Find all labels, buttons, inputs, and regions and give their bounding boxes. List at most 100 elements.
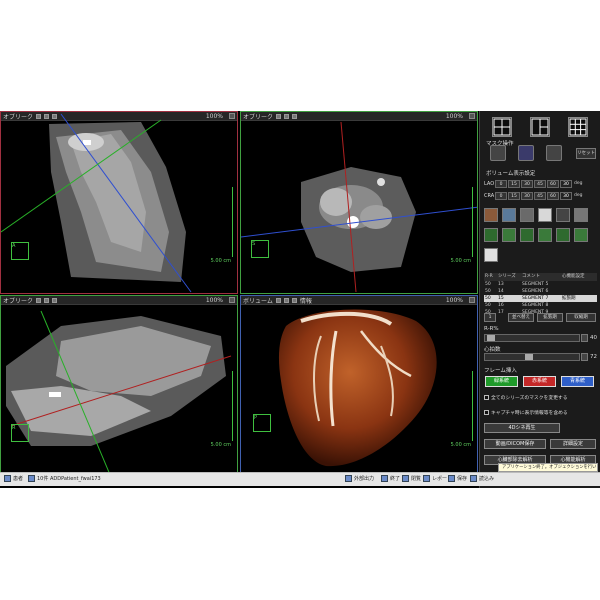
workstation-window: オブリーク 100% A 5.00 cm オブリーク 100% S 5.00 c… bbox=[0, 111, 600, 488]
series-icon bbox=[28, 475, 35, 482]
series-number-button[interactable]: 1 bbox=[484, 313, 496, 322]
blue-preset-button[interactable]: 青系統 bbox=[561, 376, 594, 387]
preset-button[interactable] bbox=[502, 228, 516, 242]
taskbar-browse[interactable]: 閉覧 bbox=[402, 475, 421, 482]
all-series-mask-checkbox[interactable]: 全てのシリーズのマスクを変更する bbox=[484, 394, 568, 401]
preset-button[interactable] bbox=[556, 208, 570, 222]
taskbar: 患者 10件 ADDPatient_fwai173 外部出力 終了 閉覧 レポー… bbox=[0, 472, 600, 486]
angle-button[interactable]: 15 bbox=[508, 191, 520, 200]
preset-button[interactable] bbox=[484, 248, 498, 262]
mask-bone-button[interactable] bbox=[546, 145, 562, 161]
slider-knob[interactable] bbox=[487, 335, 495, 341]
angle-button[interactable]: 60 bbox=[547, 179, 559, 188]
taskbar-patient[interactable]: 患者 bbox=[4, 475, 23, 482]
angle-button[interactable]: 0 bbox=[495, 191, 507, 200]
cine-play-button[interactable]: 4Dシネ再生 bbox=[484, 423, 560, 433]
checkbox-box[interactable] bbox=[484, 410, 489, 415]
angle-button[interactable]: 30 bbox=[521, 179, 533, 188]
preset-button[interactable] bbox=[520, 228, 534, 242]
angle-button[interactable]: 30 bbox=[521, 191, 533, 200]
scale-bar bbox=[458, 371, 473, 441]
angle-button[interactable]: 45 bbox=[534, 179, 546, 188]
viewport-oblique-3[interactable]: オブリーク 100% R 5.00 cm bbox=[0, 295, 238, 476]
grid-1plus2-icon bbox=[531, 118, 549, 136]
taskbar-exit[interactable]: 終了 bbox=[381, 475, 400, 482]
volume-settings-label: ボリューム表示設定 bbox=[486, 171, 536, 177]
angle-input[interactable]: 30 bbox=[560, 191, 572, 200]
series-row[interactable]: 50 14 SEGMENT 6 bbox=[484, 288, 597, 295]
rr-slider[interactable] bbox=[484, 334, 580, 342]
grid-3x3-icon bbox=[569, 118, 587, 136]
notification-balloon: アプリケーション終了。オプジェクションを行いました。 bbox=[498, 463, 598, 472]
scale-label: 5.00 cm bbox=[210, 258, 231, 264]
preset-button[interactable] bbox=[484, 228, 498, 242]
layout-1plus2-button[interactable] bbox=[530, 117, 550, 137]
taskbar-export[interactable]: 外部出力 bbox=[345, 475, 374, 482]
series-header: R-R シリーズ コメント 心機能設定 bbox=[484, 273, 597, 281]
load-icon bbox=[470, 475, 477, 482]
save-video-button[interactable]: 動画/DICOM保存 bbox=[484, 439, 546, 449]
preset-button[interactable] bbox=[520, 208, 534, 222]
layout-2x2-button[interactable] bbox=[492, 117, 512, 137]
export-icon bbox=[345, 475, 352, 482]
mask-vessel-button[interactable] bbox=[518, 145, 534, 161]
cra-row: CRA 0 15 30 45 60 30 deg bbox=[484, 191, 583, 200]
orientation-cube: R bbox=[11, 424, 29, 442]
capture-info-checkbox[interactable]: キャプチャ時に表示情報等を含める bbox=[484, 409, 568, 416]
slider-knob[interactable] bbox=[525, 354, 533, 360]
green-preset-button[interactable]: 緑系統 bbox=[485, 376, 518, 387]
angle-button[interactable]: 60 bbox=[547, 191, 559, 200]
heart-rate-down-button[interactable] bbox=[581, 353, 588, 361]
layout-3x3-button[interactable] bbox=[568, 117, 588, 137]
preset-button[interactable] bbox=[556, 228, 570, 242]
series-table: R-R シリーズ コメント 心機能設定 50 13 SEGMENT 5 50 14 SE… bbox=[484, 273, 597, 316]
detail-settings-button[interactable]: 詳細設定 bbox=[550, 439, 596, 449]
viewport-oblique-2[interactable]: オブリーク 100% S 5.00 cm bbox=[240, 111, 478, 294]
preset-button[interactable] bbox=[502, 208, 516, 222]
red-preset-button[interactable]: 赤系統 bbox=[523, 376, 556, 387]
series-row[interactable]: 50 13 SEGMENT 5 bbox=[484, 281, 597, 288]
angle-button[interactable]: 45 bbox=[534, 191, 546, 200]
preset-button[interactable] bbox=[538, 208, 552, 222]
scale-bar bbox=[218, 187, 233, 257]
series-row[interactable]: 50 16 SEGMENT 8 bbox=[484, 302, 597, 309]
diastole-button[interactable]: 拡張期 bbox=[537, 313, 563, 322]
preset-button[interactable] bbox=[574, 228, 588, 242]
heart-rate-slider[interactable] bbox=[484, 353, 580, 361]
ct-image bbox=[1, 113, 192, 293]
preset-button[interactable] bbox=[484, 208, 498, 222]
taskbar-series[interactable]: 10件 ADDPatient_fwai173 bbox=[28, 475, 101, 482]
orientation-cube: A bbox=[11, 242, 29, 260]
preset-button[interactable] bbox=[538, 228, 552, 242]
scale-label: 5.00 cm bbox=[450, 258, 471, 264]
heart-rate-label: 心拍数 bbox=[484, 347, 501, 353]
grid-2x2-icon bbox=[493, 118, 511, 136]
heart-3d-render bbox=[278, 309, 437, 467]
rr-down-button[interactable] bbox=[581, 334, 588, 342]
ct-image bbox=[241, 121, 477, 293]
series-row-selected[interactable]: 50 15 SEGMENT 7 拡張期 bbox=[484, 295, 597, 302]
systole-button[interactable]: 収縮期 bbox=[566, 313, 596, 322]
rr-label: R-R% bbox=[484, 326, 499, 332]
scale-label: 5.00 cm bbox=[450, 442, 471, 448]
angle-input[interactable]: 30 bbox=[560, 179, 572, 188]
report-icon bbox=[423, 475, 430, 482]
preset-button[interactable] bbox=[574, 208, 588, 222]
checkbox-box[interactable] bbox=[484, 395, 489, 400]
taskbar-load[interactable]: 読込み bbox=[470, 475, 494, 482]
browse-icon bbox=[402, 475, 409, 482]
mask-heart-button[interactable] bbox=[490, 145, 506, 161]
taskbar-save[interactable]: 保存 bbox=[448, 475, 467, 482]
rr-value: 40 bbox=[590, 335, 597, 341]
frame-insert-label: フレーム挿入 bbox=[484, 368, 517, 374]
reset-button[interactable]: リセット bbox=[576, 148, 596, 159]
ct-image bbox=[6, 310, 232, 475]
lao-row: LAO 0 15 30 45 60 30 deg bbox=[484, 179, 583, 188]
angle-button[interactable]: 0 bbox=[495, 179, 507, 188]
angle-button[interactable]: 15 bbox=[508, 179, 520, 188]
sort-button[interactable]: 並べ替え bbox=[508, 313, 534, 322]
save-icon bbox=[448, 475, 455, 482]
scale-bar bbox=[218, 371, 233, 441]
viewport-oblique-1[interactable]: オブリーク 100% A 5.00 cm bbox=[0, 111, 238, 294]
viewport-volume[interactable]: ボリューム 情報 100% P 5.00 cm bbox=[240, 295, 478, 476]
